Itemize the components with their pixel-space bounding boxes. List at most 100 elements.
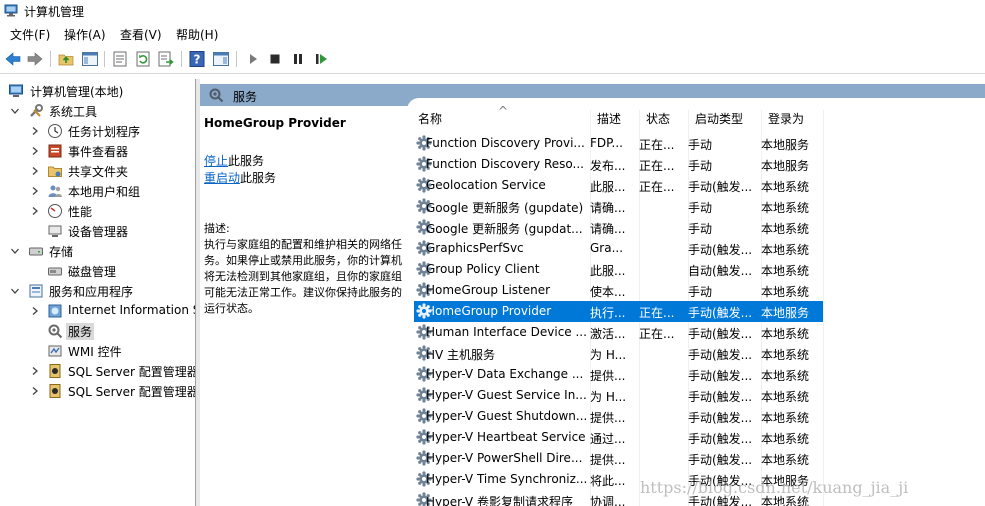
cell-startup: 手动 bbox=[688, 159, 713, 173]
toolbar-separator bbox=[50, 51, 51, 67]
menu-help[interactable]: 帮助(H) bbox=[176, 26, 218, 43]
tree-label: 存储 bbox=[49, 245, 74, 259]
chevron-right-icon[interactable] bbox=[30, 206, 40, 216]
back-arrow-icon[interactable] bbox=[4, 50, 22, 68]
resume-icon[interactable] bbox=[312, 50, 330, 68]
cell-desc: 发布... bbox=[590, 159, 626, 173]
cell-startup: 手动(触发... bbox=[688, 327, 753, 341]
cell-startup: 手动(触发... bbox=[688, 180, 753, 194]
menu-view[interactable]: 查看(V) bbox=[120, 26, 162, 43]
tree-device-manager[interactable]: 设备管理器 bbox=[0, 221, 195, 241]
tree-performance[interactable]: 性能 bbox=[0, 201, 195, 221]
tree-local-users-groups[interactable]: 本地用户和组 bbox=[0, 181, 195, 201]
service-row[interactable]: Hyper-V 卷影复制请求程序 协调... 手动(触发... 本地系统 bbox=[414, 490, 823, 506]
cell-logon: 本地系统 bbox=[761, 495, 810, 506]
service-row[interactable]: GraphicsPerfSvc Gra... 手动(触发... 本地系统 bbox=[414, 238, 823, 259]
forward-arrow-icon[interactable] bbox=[26, 50, 44, 68]
tree-storage[interactable]: 存储 bbox=[0, 241, 195, 261]
chevron-down-icon[interactable] bbox=[10, 246, 20, 256]
service-row[interactable]: Geolocation Service 此服... 正在... 手动(触发... 本地系… bbox=[414, 175, 823, 196]
export-icon[interactable] bbox=[157, 50, 175, 68]
service-row[interactable]: Google 更新服务 (gupdate) 请确... 手动 本地系统 bbox=[414, 196, 823, 217]
tree-services-applications[interactable]: 服务和应用程序 bbox=[0, 281, 195, 301]
tree-label: 设备管理器 bbox=[68, 225, 129, 239]
toolbar-separator bbox=[104, 51, 105, 67]
cell-startup: 手动 bbox=[688, 285, 713, 299]
service-row[interactable]: Hyper-V Data Exchange ... 提供... 手动(触发... 本地… bbox=[414, 364, 823, 385]
service-row[interactable]: Hyper-V Time Synchroniz... 将此... 手动(触发... 本… bbox=[414, 469, 823, 490]
tree-sql-config-2[interactable]: SQL Server 配置管理器 bbox=[0, 381, 195, 401]
tree-wmi-control[interactable]: WMI 控件 bbox=[0, 341, 195, 361]
chevron-right-icon[interactable] bbox=[30, 186, 40, 196]
menu-file[interactable]: 文件(F) bbox=[10, 26, 50, 43]
chevron-right-icon[interactable] bbox=[30, 166, 40, 176]
cell-logon: 本地系统 bbox=[761, 327, 810, 341]
chevron-right-icon[interactable] bbox=[30, 146, 40, 156]
column-header-startup-type[interactable]: 启动类型 bbox=[695, 110, 743, 127]
tree-label: 服务 bbox=[66, 323, 95, 340]
chevron-right-icon[interactable] bbox=[30, 126, 40, 136]
help-icon[interactable]: ? bbox=[188, 50, 206, 68]
tree-event-viewer[interactable]: 事件查看器 bbox=[0, 141, 195, 161]
gear-search-icon bbox=[209, 88, 224, 103]
cell-startup: 手动(触发... bbox=[688, 453, 753, 467]
tree-system-tools[interactable]: 系统工具 bbox=[0, 101, 195, 121]
restart-link[interactable]: 重启动 bbox=[204, 171, 240, 185]
show-action-pane-icon[interactable] bbox=[212, 50, 230, 68]
description-text: 执行与家庭组的配置和维护相关的网络任务。如果停止或禁用此服务，你的计算机将无法检… bbox=[204, 238, 402, 315]
column-header-name[interactable]: 名称 bbox=[418, 110, 442, 127]
stop-suffix: 此服务 bbox=[228, 154, 265, 168]
refresh-icon[interactable] bbox=[134, 50, 152, 68]
show-tree-icon[interactable] bbox=[81, 50, 99, 68]
tree-services[interactable]: 服务 bbox=[0, 321, 195, 341]
svg-text:?: ? bbox=[194, 53, 201, 67]
cell-logon: 本地系统 bbox=[761, 369, 810, 383]
tree-task-scheduler[interactable]: 任务计划程序 bbox=[0, 121, 195, 141]
performance-icon bbox=[48, 204, 62, 218]
cell-name: Geolocation Service bbox=[426, 178, 546, 192]
chevron-down-icon[interactable] bbox=[10, 286, 20, 296]
cell-startup: 手动 bbox=[688, 138, 713, 152]
service-row[interactable]: Hyper-V Guest Service In... 为 H... 手动(触发..… bbox=[414, 385, 823, 406]
users-icon bbox=[48, 185, 62, 197]
disk-icon bbox=[48, 267, 62, 276]
properties-icon[interactable] bbox=[111, 50, 129, 68]
tree-iis[interactable]: Internet Information Services bbox=[0, 301, 195, 321]
menu-action[interactable]: 操作(A) bbox=[64, 26, 106, 43]
column-divider[interactable] bbox=[823, 110, 824, 506]
cell-name: HomeGroup Listener bbox=[426, 283, 551, 297]
service-row[interactable]: Group Policy Client 此服... 自动(触发... 本地系统 bbox=[414, 259, 823, 280]
column-header-description[interactable]: 描述 bbox=[597, 110, 621, 127]
cell-name: Hyper-V Guest Service In... bbox=[426, 388, 586, 402]
cell-name: HV 主机服务 bbox=[426, 348, 496, 362]
cell-logon: 本地系统 bbox=[761, 222, 810, 236]
chevron-right-icon[interactable] bbox=[30, 366, 40, 376]
service-row[interactable]: Google 更新服务 (gupdat... 请确... 手动 本地系统 bbox=[414, 217, 823, 238]
service-row[interactable]: Hyper-V Guest Shutdown... 提供... 手动(触发... 本地… bbox=[414, 406, 823, 427]
service-row[interactable]: HomeGroup Listener 使本... 手动 本地系统 bbox=[414, 280, 823, 301]
service-row[interactable]: HV 主机服务 为 H... 手动(触发... 本地系统 bbox=[414, 343, 823, 364]
service-row[interactable]: Human Interface Device ... 激活... 正在... 手动(触… bbox=[414, 322, 823, 343]
sql-server-icon bbox=[49, 384, 61, 398]
service-row[interactable]: Function Discovery Provi... FDP... 正在... 手动… bbox=[414, 133, 823, 154]
column-header-log-on-as[interactable]: 登录为 bbox=[768, 110, 804, 127]
chevron-down-icon[interactable] bbox=[10, 106, 20, 116]
tree-sql-config-1[interactable]: SQL Server 配置管理器 bbox=[0, 361, 195, 381]
tree-disk-management[interactable]: 磁盘管理 bbox=[0, 261, 195, 281]
service-row[interactable]: Hyper-V PowerShell Dire... 提供... 手动(触发... 本… bbox=[414, 448, 823, 469]
tree-shared-folders[interactable]: 共享文件夹 bbox=[0, 161, 195, 181]
service-row[interactable]: Function Discovery Reso... 发布... 正在... 手动 本地… bbox=[414, 154, 823, 175]
cell-logon: 本地系统 bbox=[761, 201, 810, 215]
up-folder-icon[interactable] bbox=[57, 50, 75, 68]
cell-startup: 手动(触发... bbox=[688, 411, 753, 425]
service-row[interactable]: HomeGroup Provider 执行... 正在... 手动(触发... 本地服务 bbox=[414, 301, 823, 322]
play-icon[interactable] bbox=[244, 50, 262, 68]
service-row[interactable]: Hyper-V Heartbeat Service 通过... 手动(触发... 本地… bbox=[414, 427, 823, 448]
chevron-right-icon[interactable] bbox=[30, 306, 40, 316]
pause-icon[interactable] bbox=[289, 50, 307, 68]
column-header-status[interactable]: 状态 bbox=[646, 110, 670, 127]
stop-icon[interactable] bbox=[266, 50, 284, 68]
chevron-right-icon[interactable] bbox=[30, 386, 40, 396]
stop-link[interactable]: 停止 bbox=[204, 154, 228, 168]
tree-root-computer-management[interactable]: 计算机管理(本地) bbox=[0, 81, 195, 101]
